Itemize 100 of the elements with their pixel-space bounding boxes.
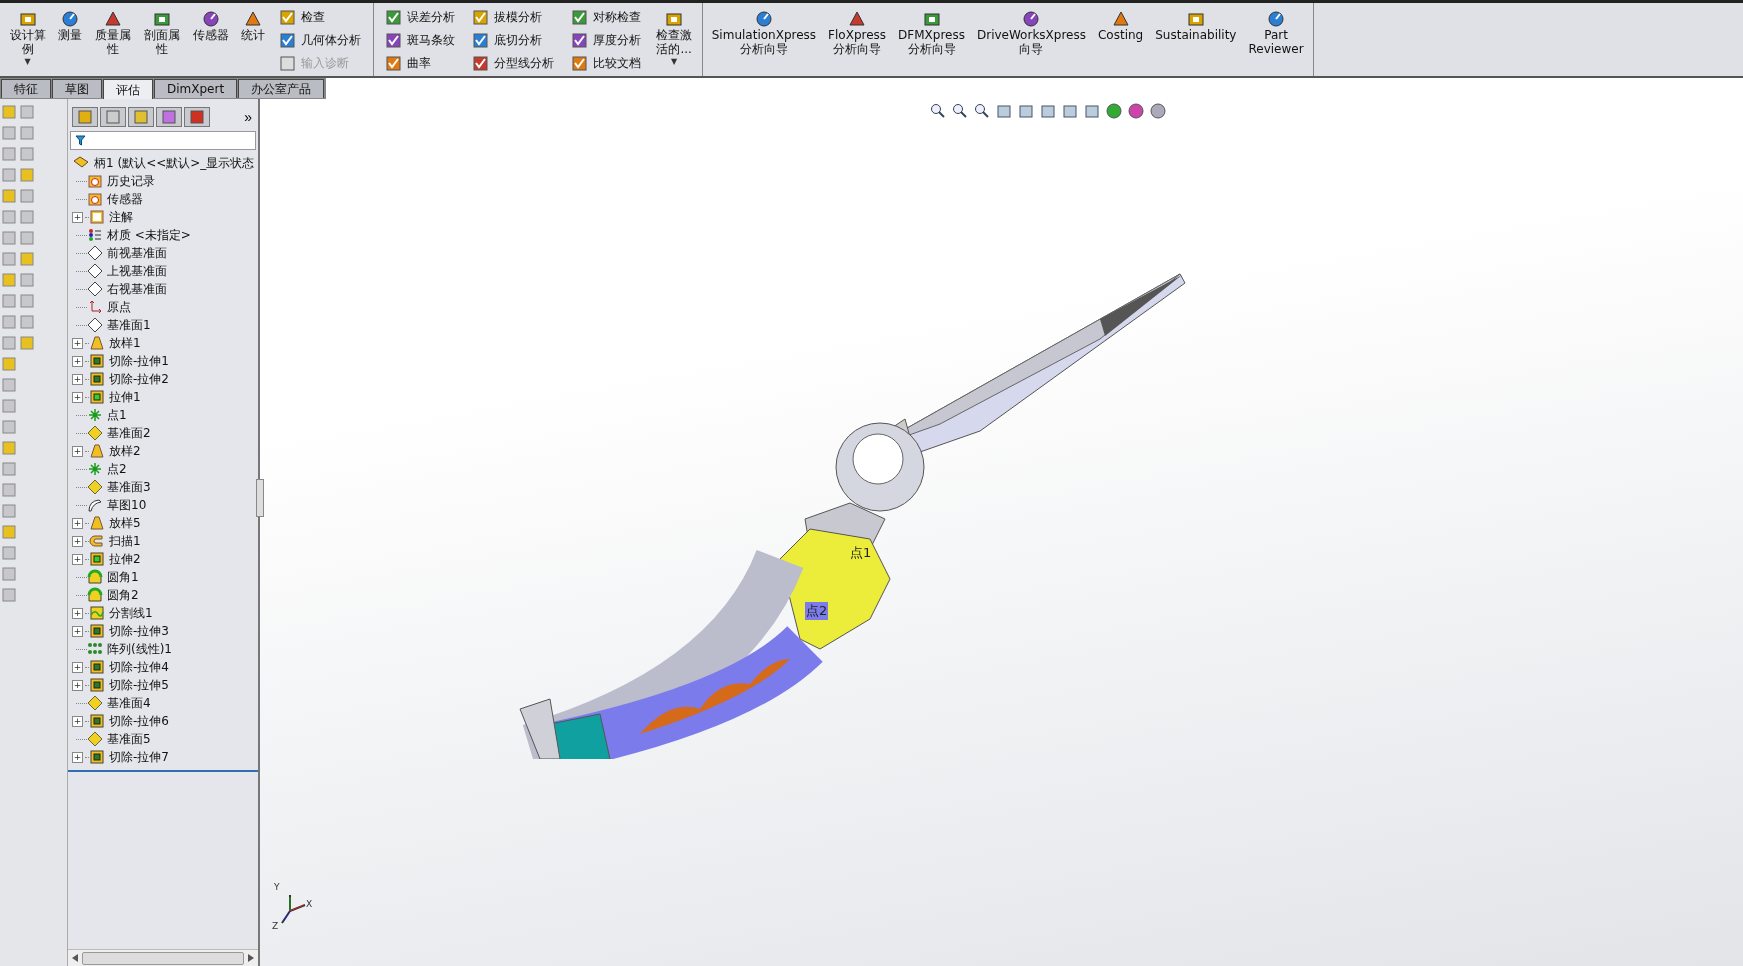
tree-item[interactable]: 原点 xyxy=(107,298,131,316)
tree-item[interactable]: 切除-拉伸2 xyxy=(109,370,169,388)
view-tool-icon[interactable] xyxy=(930,103,946,119)
tree-item[interactable]: 基准面1 xyxy=(107,316,151,334)
toolbar-button[interactable]: FloXpress 分析向导 xyxy=(823,7,892,59)
tool-icon[interactable] xyxy=(2,399,16,413)
tree-item[interactable]: 点1 xyxy=(107,406,127,424)
tool-icon[interactable] xyxy=(2,504,16,518)
toolbar-button[interactable]: 检查激活的... ▼ xyxy=(650,7,698,68)
toolbar-button[interactable]: DFMXpress 分析向导 xyxy=(893,7,970,59)
tree-item[interactable]: 扫描1 xyxy=(109,532,141,550)
panel-tab[interactable] xyxy=(72,107,98,127)
toolbar-button[interactable]: DriveWorksXpress 向导 xyxy=(971,7,1091,59)
tool-icon[interactable] xyxy=(2,378,16,392)
tool-icon[interactable] xyxy=(2,294,16,308)
tool-icon[interactable] xyxy=(2,168,16,182)
tool-icon[interactable] xyxy=(20,273,34,287)
toolbar-button[interactable]: 对称检查 xyxy=(569,7,643,28)
tree-item[interactable]: 柄1 (默认<<默认>_显示状态 xyxy=(94,154,255,172)
tool-icon[interactable] xyxy=(2,441,16,455)
tree-item[interactable]: 材质 <未指定> xyxy=(107,226,191,244)
view-tool-icon[interactable] xyxy=(1106,103,1122,119)
tool-icon[interactable] xyxy=(2,189,16,203)
toolbar-button[interactable]: 质量属性 xyxy=(89,7,137,59)
tool-icon[interactable] xyxy=(20,315,34,329)
toolbar-button[interactable]: 斑马条纹 xyxy=(383,30,457,51)
toolbar-button[interactable]: Costing xyxy=(1093,7,1149,45)
tree-item[interactable]: 圆角1 xyxy=(107,568,139,586)
expand-icon[interactable]: + xyxy=(72,445,83,457)
tree-item[interactable]: 切除-拉伸7 xyxy=(109,748,169,766)
expand-icon[interactable]: + xyxy=(72,751,83,763)
tool-icon[interactable] xyxy=(2,315,16,329)
tab[interactable]: 草图 xyxy=(52,79,102,98)
toolbar-button[interactable]: SimulationXpress 分析向导 xyxy=(706,7,822,59)
tool-icon[interactable] xyxy=(2,546,16,560)
tab[interactable]: 办公室产品 xyxy=(238,79,325,98)
tool-icon[interactable] xyxy=(20,147,34,161)
tool-icon[interactable] xyxy=(2,126,16,140)
toolbar-button[interactable]: 分型线分析 xyxy=(470,53,556,74)
expand-icon[interactable]: + xyxy=(72,337,83,349)
tool-icon[interactable] xyxy=(20,105,34,119)
tool-icon[interactable] xyxy=(20,189,34,203)
tree-item[interactable]: 基准面4 xyxy=(107,694,151,712)
tool-icon[interactable] xyxy=(20,126,34,140)
toolbar-button[interactable]: 测量 xyxy=(53,7,88,45)
tree-item[interactable]: 草图10 xyxy=(107,496,147,514)
panel-tab[interactable] xyxy=(184,107,210,127)
tree-item[interactable]: 切除-拉伸6 xyxy=(109,712,169,730)
tree-item[interactable]: 注解 xyxy=(109,208,133,226)
tab[interactable]: DimXpert xyxy=(154,79,238,98)
tree-item[interactable]: 切除-拉伸3 xyxy=(109,622,169,640)
expand-icon[interactable]: + xyxy=(72,715,83,727)
tool-icon[interactable] xyxy=(20,210,34,224)
expand-icon[interactable]: + xyxy=(72,355,83,367)
toolbar-button[interactable]: 拔模分析 xyxy=(470,7,556,28)
tool-icon[interactable] xyxy=(2,252,16,266)
tool-icon[interactable] xyxy=(2,231,16,245)
tool-icon[interactable] xyxy=(2,420,16,434)
tree-item[interactable]: 切除-拉伸1 xyxy=(109,352,169,370)
expand-icon[interactable]: + xyxy=(72,553,83,565)
toolbar-button[interactable]: 剖面属性 xyxy=(138,7,186,59)
panel-tab[interactable] xyxy=(128,107,154,127)
tree-item[interactable]: 点2 xyxy=(107,460,127,478)
expand-icon[interactable]: + xyxy=(72,625,83,637)
tree-item[interactable]: 基准面3 xyxy=(107,478,151,496)
tool-icon[interactable] xyxy=(20,168,34,182)
tool-icon[interactable] xyxy=(2,483,16,497)
tool-icon[interactable] xyxy=(20,336,34,350)
tree-item[interactable]: 前视基准面 xyxy=(107,244,167,262)
expand-icon[interactable]: + xyxy=(72,607,83,619)
scroll-left-icon[interactable] xyxy=(72,954,78,962)
toolbar-button[interactable]: 曲率 xyxy=(383,53,457,74)
horizontal-scrollbar[interactable] xyxy=(68,949,258,966)
tool-icon[interactable] xyxy=(20,294,34,308)
toolbar-button[interactable]: 厚度分析 xyxy=(569,30,643,51)
tree-item[interactable]: 基准面5 xyxy=(107,730,151,748)
tree-item[interactable]: 基准面2 xyxy=(107,424,151,442)
toolbar-button[interactable]: Part Reviewer xyxy=(1243,7,1309,59)
scroll-right-icon[interactable] xyxy=(248,954,254,962)
tool-icon[interactable] xyxy=(20,231,34,245)
tree-item[interactable]: 拉伸2 xyxy=(109,550,141,568)
tree-item[interactable]: 切除-拉伸4 xyxy=(109,658,169,676)
tree-item[interactable]: 阵列(线性)1 xyxy=(107,640,172,658)
tree-item[interactable]: 切除-拉伸5 xyxy=(109,676,169,694)
view-tool-icon[interactable] xyxy=(1150,103,1166,119)
expand-icon[interactable]: + xyxy=(72,535,83,547)
toolbar-button[interactable]: 传感器 xyxy=(187,7,234,45)
tree-item[interactable]: 圆角2 xyxy=(107,586,139,604)
toolbar-button[interactable]: 几何体分析 xyxy=(277,30,363,51)
tool-icon[interactable] xyxy=(2,588,16,602)
tool-icon[interactable] xyxy=(2,105,16,119)
tool-icon[interactable] xyxy=(2,357,16,371)
tree-item[interactable]: 放样2 xyxy=(109,442,141,460)
toolbar-button[interactable]: 误差分析 xyxy=(383,7,457,28)
toolbar-button[interactable]: 统计 xyxy=(235,7,270,45)
expand-icon[interactable]: + xyxy=(72,661,83,673)
expand-icon[interactable]: + xyxy=(72,373,83,385)
tool-icon[interactable] xyxy=(2,147,16,161)
expand-button[interactable]: » xyxy=(242,109,254,125)
tree-item[interactable]: 放样5 xyxy=(109,514,141,532)
